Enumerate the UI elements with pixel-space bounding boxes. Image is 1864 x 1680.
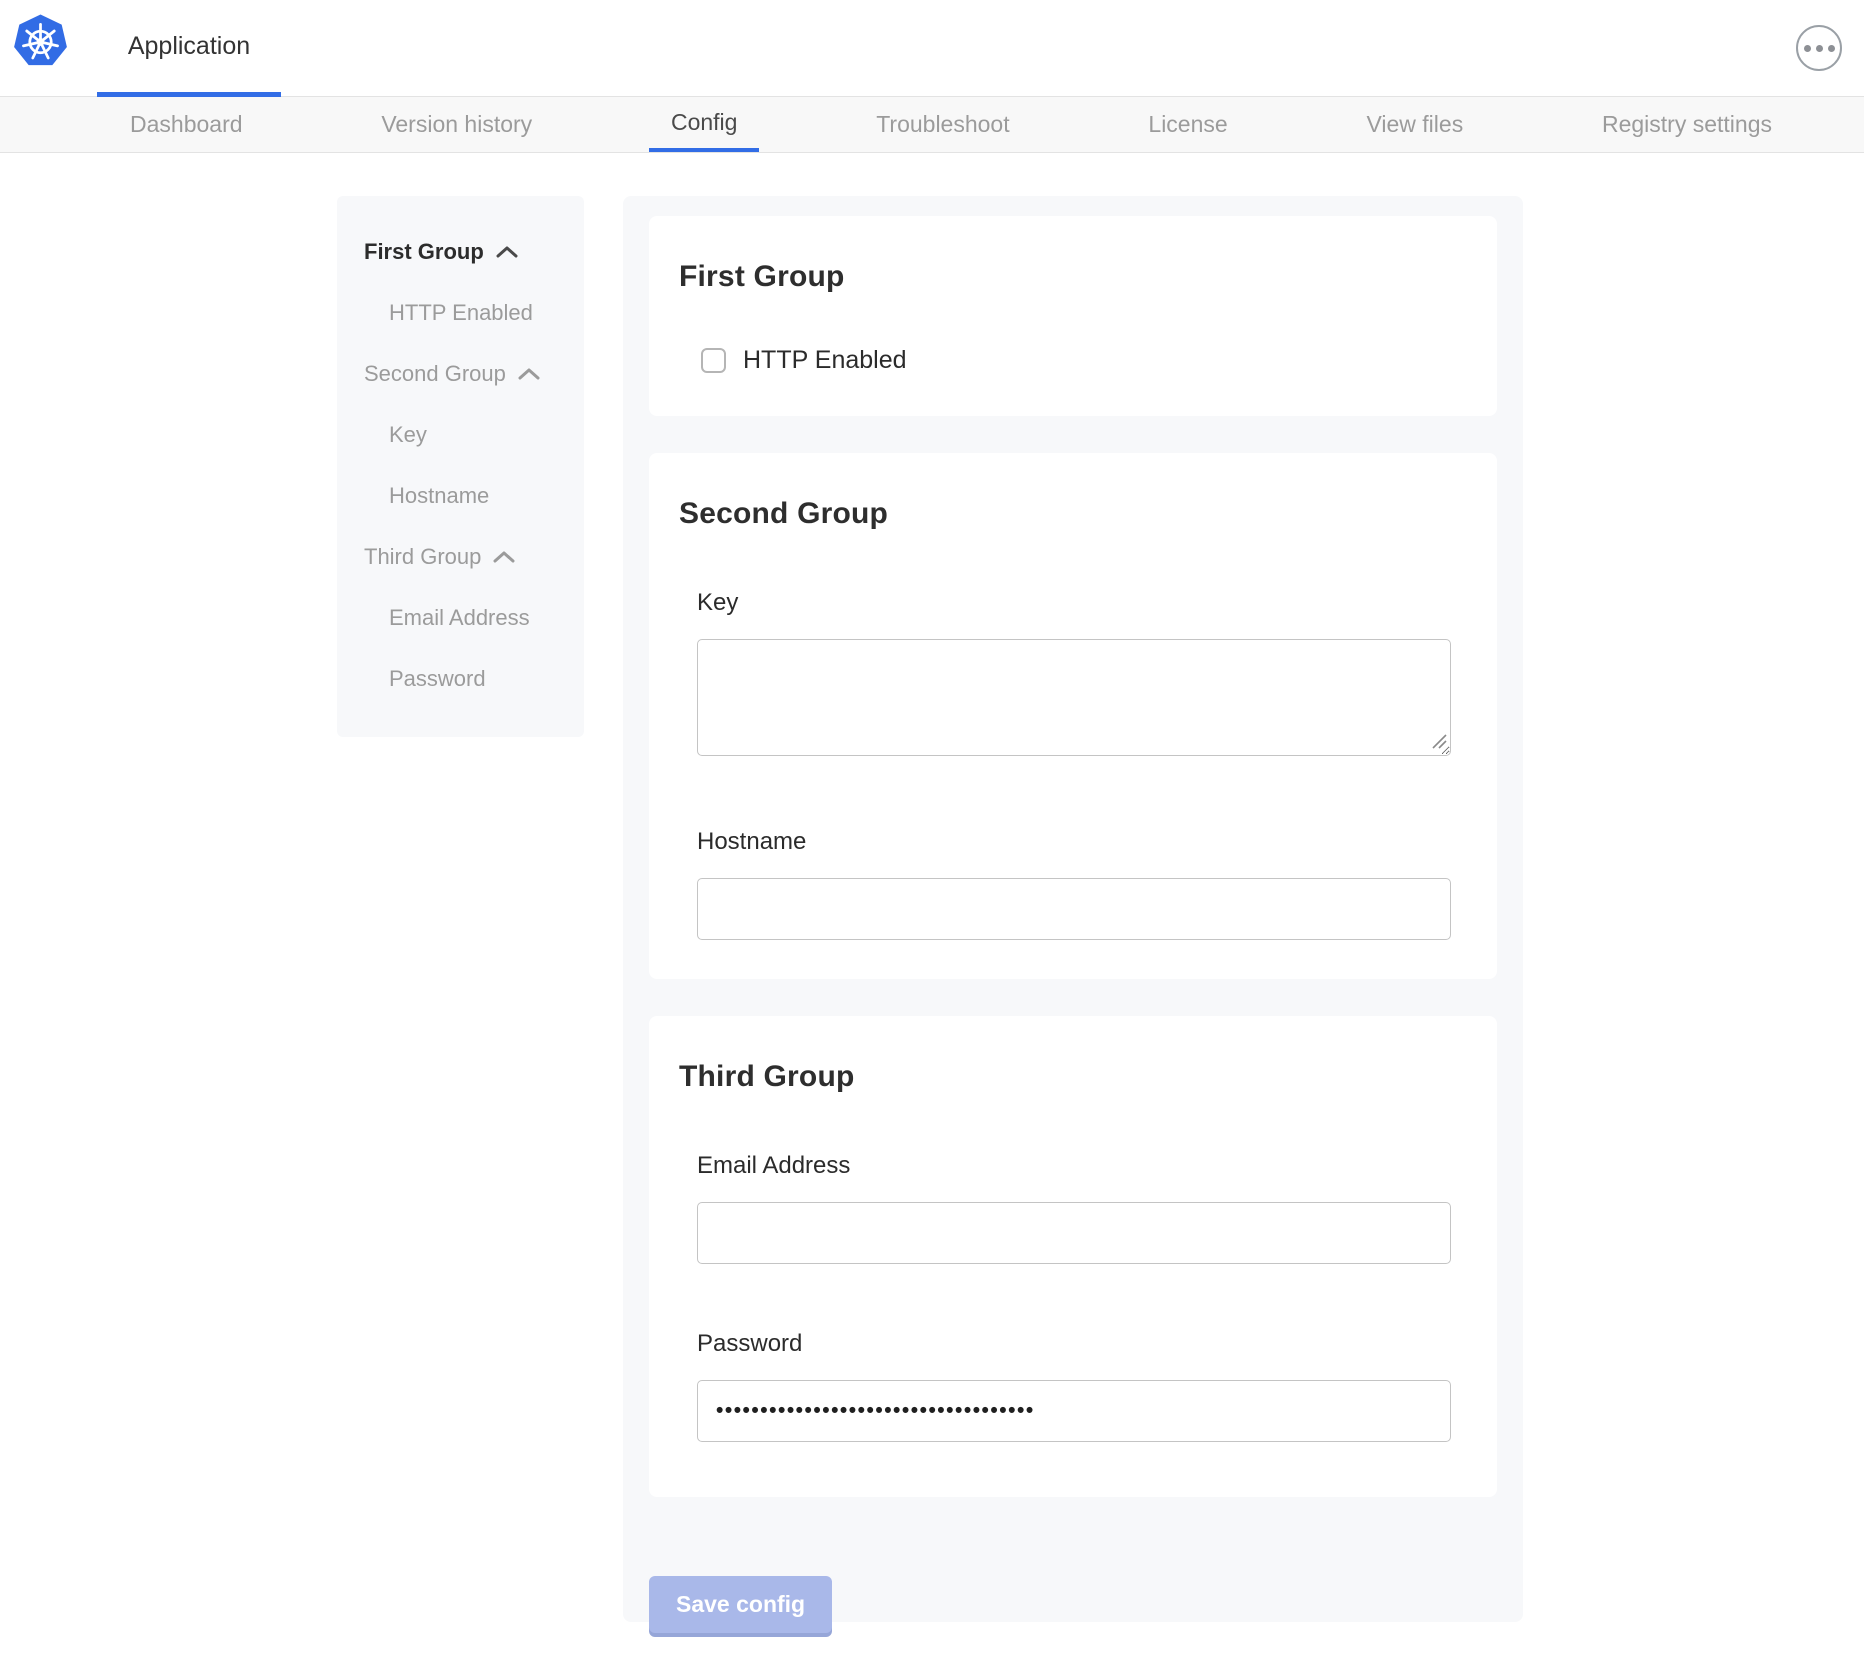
sidebar-item-password[interactable]: Password <box>337 648 584 709</box>
password-input[interactable] <box>697 1380 1451 1442</box>
kubernetes-logo-icon <box>13 13 68 71</box>
tab-registry-settings[interactable]: Registry settings <box>1580 97 1794 152</box>
sidebar-item-label: First Group <box>364 239 484 265</box>
sidebar-item-hostname[interactable]: Hostname <box>337 465 584 526</box>
email-address-input[interactable] <box>697 1202 1451 1264</box>
app-header: Application <box>0 0 1864 97</box>
sidebar-item-label: HTTP Enabled <box>389 300 533 326</box>
config-sidebar: First Group HTTP Enabled Second Group Ke… <box>337 196 584 737</box>
group-title-second: Second Group <box>679 497 1451 531</box>
hostname-field: Hostname <box>697 828 1451 940</box>
http-enabled-checkbox[interactable] <box>701 348 726 373</box>
sidebar-item-label: Email Address <box>389 605 530 631</box>
sidebar-item-key[interactable]: Key <box>337 404 584 465</box>
email-address-field: Email Address <box>697 1152 1451 1264</box>
tab-config[interactable]: Config <box>649 97 759 152</box>
chevron-up-icon <box>496 245 518 259</box>
more-options-button[interactable] <box>1796 25 1842 71</box>
sidebar-item-label: Password <box>389 666 486 692</box>
tab-dashboard[interactable]: Dashboard <box>108 97 265 152</box>
password-field: Password <box>697 1330 1451 1442</box>
email-address-label: Email Address <box>697 1152 1451 1180</box>
group-title-third: Third Group <box>679 1060 1451 1094</box>
sidebar-item-second-group[interactable]: Second Group <box>337 343 584 404</box>
sidebar-item-email-address[interactable]: Email Address <box>337 587 584 648</box>
http-enabled-field: HTTP Enabled <box>701 346 1451 375</box>
tab-application[interactable]: Application <box>97 0 281 97</box>
sidebar-item-label: Hostname <box>389 483 489 509</box>
key-textarea[interactable] <box>697 639 1451 756</box>
key-label: Key <box>697 589 1451 617</box>
sidebar-item-first-group[interactable]: First Group <box>337 221 584 282</box>
ellipsis-icon <box>1816 45 1823 52</box>
config-panel: First Group HTTP Enabled Second Group Ke… <box>623 196 1523 1622</box>
ellipsis-icon <box>1804 45 1811 52</box>
tab-view-files[interactable]: View files <box>1344 97 1485 152</box>
chevron-up-icon <box>518 367 540 381</box>
config-group-third: Third Group Email Address Password <box>649 1016 1497 1497</box>
http-enabled-label: HTTP Enabled <box>743 346 907 375</box>
hostname-input[interactable] <box>697 878 1451 940</box>
tab-license[interactable]: License <box>1126 97 1249 152</box>
sidebar-item-label: Key <box>389 422 427 448</box>
group-title-first: First Group <box>679 260 1451 294</box>
tab-troubleshoot[interactable]: Troubleshoot <box>854 97 1031 152</box>
sidebar-item-label: Second Group <box>364 361 506 387</box>
sidebar-item-third-group[interactable]: Third Group <box>337 526 584 587</box>
chevron-up-icon <box>493 550 515 564</box>
app-title: Application <box>128 32 250 61</box>
tab-version-history[interactable]: Version history <box>359 97 554 152</box>
app-nav-bar: Dashboard Version history Config Trouble… <box>0 97 1864 153</box>
config-group-first: First Group HTTP Enabled <box>649 216 1497 416</box>
hostname-label: Hostname <box>697 828 1451 856</box>
config-group-second: Second Group Key Hostname <box>649 453 1497 979</box>
save-config-button[interactable]: Save config <box>649 1576 832 1633</box>
sidebar-item-label: Third Group <box>364 544 481 570</box>
sidebar-item-http-enabled[interactable]: HTTP Enabled <box>337 282 584 343</box>
key-field: Key <box>697 589 1451 756</box>
password-label: Password <box>697 1330 1451 1358</box>
ellipsis-icon <box>1828 45 1835 52</box>
